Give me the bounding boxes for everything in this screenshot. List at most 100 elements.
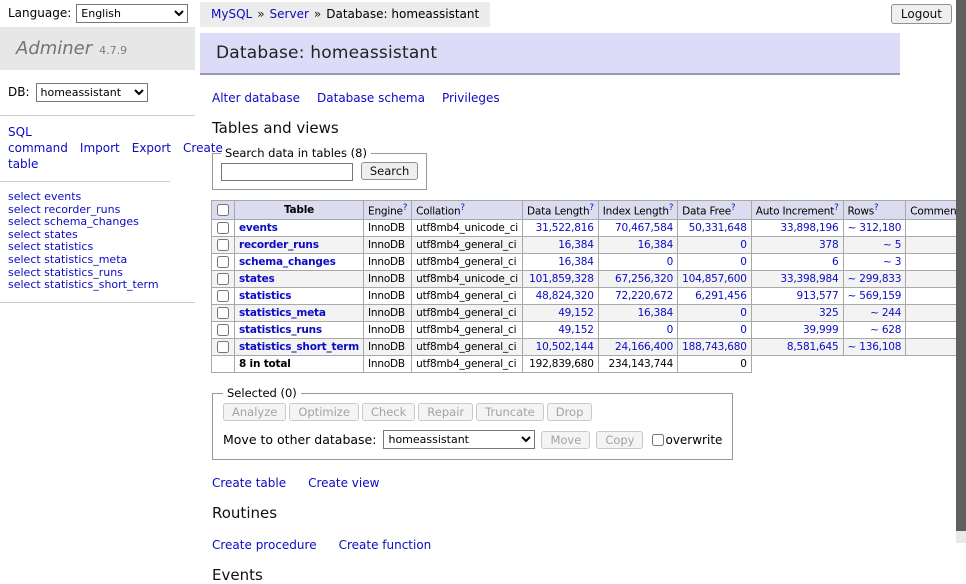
sidebar-link-sql-command[interactable]: SQL command — [8, 125, 68, 155]
cell-data-length-link[interactable]: 49,152 — [558, 324, 594, 336]
cell-auto-increment-link[interactable]: 33,398,984 — [780, 273, 838, 285]
language-select[interactable]: English — [76, 4, 188, 23]
sidebar-item-select-statistics-short-term[interactable]: select statistics_short_term — [8, 279, 187, 292]
move-button[interactable]: Move — [541, 431, 590, 449]
copy-button[interactable]: Copy — [596, 431, 643, 449]
table-name-link[interactable]: schema_changes — [239, 256, 336, 268]
action-link-privileges[interactable]: Privileges — [442, 91, 500, 105]
action-link-alter-database[interactable]: Alter database — [212, 91, 300, 105]
cell-rows-link[interactable]: ~ 628 — [870, 324, 901, 336]
column-help-link[interactable]: ? — [460, 203, 464, 213]
cell-data-free-link[interactable]: 188,743,680 — [682, 341, 747, 353]
row-checkbox[interactable] — [217, 307, 229, 319]
cell-data-free-link[interactable]: 50,331,648 — [689, 222, 747, 234]
cell-auto-increment-link[interactable]: 8,581,645 — [787, 341, 839, 353]
cell-data-free-link[interactable]: 0 — [740, 239, 746, 251]
select-all-checkbox[interactable] — [217, 204, 229, 216]
sidebar-link-export[interactable]: Export — [132, 141, 171, 155]
optimize-button[interactable]: Optimize — [289, 403, 359, 421]
table-name-link[interactable]: recorder_runs — [239, 239, 319, 251]
search-button[interactable]: Search — [361, 162, 419, 180]
cell-rows-link[interactable]: ~ 569,159 — [848, 290, 902, 302]
cell-data-length-link[interactable]: 10,502,144 — [536, 341, 594, 353]
table-header-row: TableEngine?Collation?Data Length?Index … — [212, 200, 966, 220]
action-link-database-schema[interactable]: Database schema — [317, 91, 425, 105]
row-checkbox[interactable] — [217, 239, 229, 251]
cell-rows-link[interactable]: ~ 299,833 — [848, 273, 902, 285]
cell-index-length-link[interactable]: 70,467,584 — [615, 222, 673, 234]
cell-data-free-link[interactable]: 104,857,600 — [682, 273, 747, 285]
table-name-link[interactable]: statistics — [239, 290, 291, 302]
table-name-link[interactable]: states — [239, 273, 275, 285]
row-checkbox[interactable] — [217, 256, 229, 268]
cell-data-free-link[interactable]: 0 — [740, 256, 746, 268]
cell-data-free-link[interactable]: 0 — [740, 307, 746, 319]
page-scrollbar[interactable] — [956, 0, 966, 543]
column-help-link[interactable]: ? — [874, 203, 878, 213]
column-help-link[interactable]: ? — [834, 203, 838, 213]
row-checkbox[interactable] — [217, 341, 229, 353]
column-help-link[interactable]: ? — [669, 203, 673, 213]
table-row: statistics_metaInnoDButf8mb4_general_ci4… — [212, 305, 966, 322]
link-create-procedure[interactable]: Create procedure — [212, 538, 317, 552]
cell-rows-link[interactable]: ~ 5 — [883, 239, 901, 251]
cell-rows-link[interactable]: ~ 312,180 — [848, 222, 902, 234]
cell-data-length-link[interactable]: 49,152 — [558, 307, 594, 319]
cell-auto-increment-link[interactable]: 325 — [819, 307, 838, 319]
cell-index-length-link[interactable]: 16,384 — [638, 239, 674, 251]
cell-auto-increment-link[interactable]: 33,898,196 — [780, 222, 838, 234]
table-name-link[interactable]: statistics_runs — [239, 324, 322, 336]
table-name-link[interactable]: events — [239, 222, 278, 234]
column-header-label: Table — [284, 204, 314, 216]
sidebar-item-select-statistics-meta[interactable]: select statistics_meta — [8, 254, 187, 267]
cell-index-length-link[interactable]: 0 — [667, 256, 673, 268]
cell-data-free-link[interactable]: 6,291,456 — [695, 290, 747, 302]
overwrite-checkbox[interactable] — [652, 434, 664, 446]
breadcrumb-link-mysql[interactable]: MySQL — [211, 7, 252, 21]
cell-data-length-link[interactable]: 16,384 — [558, 256, 594, 268]
cell-auto-increment-link[interactable]: 378 — [819, 239, 838, 251]
table-name-link[interactable]: statistics_meta — [239, 307, 326, 319]
link-create-function[interactable]: Create function — [339, 538, 432, 552]
cell-index-length-link[interactable]: 72,220,672 — [615, 290, 673, 302]
cell-index-length-link[interactable]: 16,384 — [638, 307, 674, 319]
scrollbar-thumb[interactable] — [956, 0, 966, 531]
link-create-view[interactable]: Create view — [308, 476, 379, 490]
analyze-button[interactable]: Analyze — [223, 403, 286, 421]
cell-data-length-link[interactable]: 101,859,328 — [529, 273, 594, 285]
cell-data-length-link[interactable]: 16,384 — [558, 239, 594, 251]
check-button[interactable]: Check — [362, 403, 415, 421]
sidebar-link-import[interactable]: Import — [80, 141, 120, 155]
db-select[interactable]: homeassistant — [36, 83, 148, 102]
cell-rows-link[interactable]: ~ 3 — [883, 256, 901, 268]
column-help-link[interactable]: ? — [589, 203, 593, 213]
row-checkbox[interactable] — [217, 222, 229, 234]
sidebar-item-select-schema-changes[interactable]: select schema_changes — [8, 216, 187, 229]
repair-button[interactable]: Repair — [418, 403, 473, 421]
cell-index-length-link[interactable]: 0 — [667, 324, 673, 336]
truncate-button[interactable]: Truncate — [476, 403, 544, 421]
row-checkbox[interactable] — [217, 290, 229, 302]
breadcrumb-link-server[interactable]: Server — [270, 7, 309, 21]
sidebar-item-select-events[interactable]: select events — [8, 191, 187, 204]
cell-index-length-link[interactable]: 67,256,320 — [615, 273, 673, 285]
cell-data-length-link[interactable]: 31,522,816 — [536, 222, 594, 234]
cell-rows-link[interactable]: ~ 136,108 — [848, 341, 902, 353]
drop-button[interactable]: Drop — [547, 403, 593, 421]
row-checkbox[interactable] — [217, 324, 229, 336]
cell-index-length-link[interactable]: 24,166,400 — [615, 341, 673, 353]
table-name-link[interactable]: statistics_short_term — [239, 341, 359, 353]
column-help-link[interactable]: ? — [403, 203, 407, 213]
row-checkbox[interactable] — [217, 273, 229, 285]
cell-auto-increment-link[interactable]: 913,577 — [796, 290, 838, 302]
move-db-select[interactable]: homeassistant — [383, 430, 535, 449]
cell-rows-link[interactable]: ~ 244 — [870, 307, 901, 319]
column-header-label: Rows — [848, 205, 875, 217]
cell-data-free-link[interactable]: 0 — [740, 324, 746, 336]
cell-data-length-link[interactable]: 48,824,320 — [536, 290, 594, 302]
column-help-link[interactable]: ? — [731, 203, 735, 213]
cell-auto-increment-link[interactable]: 39,999 — [803, 324, 839, 336]
link-create-table[interactable]: Create table — [212, 476, 286, 490]
cell-auto-increment-link[interactable]: 6 — [832, 256, 838, 268]
search-input[interactable] — [221, 163, 353, 181]
